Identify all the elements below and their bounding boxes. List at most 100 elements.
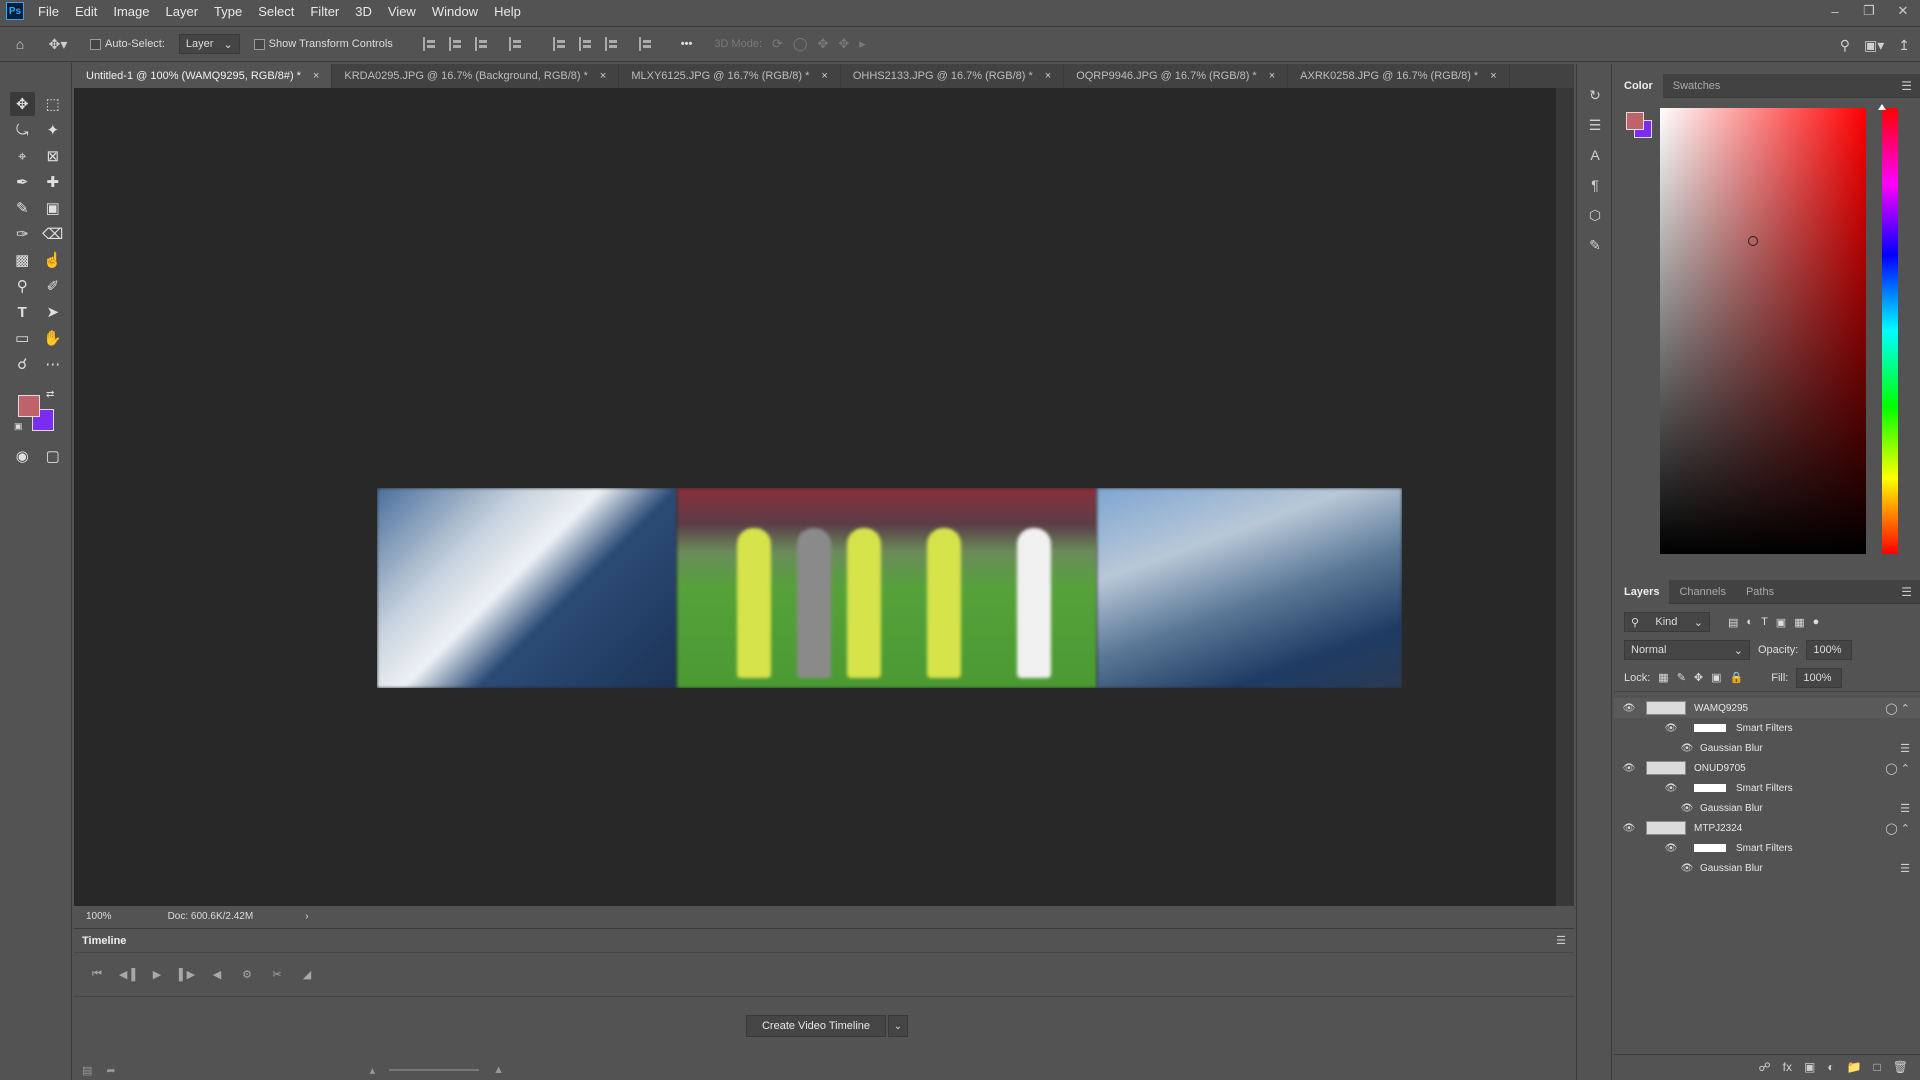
foreground-color-swatch[interactable] — [18, 395, 40, 417]
smart-filters-row[interactable]: 👁 Smart Filters — [1614, 838, 1920, 858]
eye-icon[interactable]: 👁 — [1680, 803, 1694, 814]
smart-object-icon[interactable]: ◯ ⌃ — [1885, 822, 1910, 835]
zoom-level[interactable]: 100% — [86, 911, 112, 922]
smart-filters-row[interactable]: 👁 Smart Filters — [1614, 718, 1920, 738]
brush-settings-icon[interactable]: ✎ — [1577, 230, 1613, 260]
magic-wand-icon[interactable]: ✦ — [41, 118, 66, 142]
eyedropper-icon[interactable]: ✒ — [10, 170, 35, 194]
transition-icon[interactable]: ◢ — [292, 968, 322, 981]
align-middle-icon[interactable] — [578, 37, 593, 51]
next-frame-icon[interactable]: ▌▶ — [172, 968, 202, 981]
path-selection-icon[interactable]: ➤ — [41, 300, 66, 324]
document-tab[interactable]: AXRK0258.JPG @ 16.7% (RGB/8) * × — [1288, 64, 1510, 88]
filter-row[interactable]: 👁 Gaussian Blur ☰ — [1614, 738, 1920, 758]
split-icon[interactable]: ✂ — [262, 968, 292, 981]
eye-icon[interactable]: 👁 — [1680, 743, 1694, 754]
crop-tool-icon[interactable]: ⌖ — [10, 144, 35, 168]
filter-toggle-icon[interactable]: ● — [1813, 616, 1820, 628]
panel-menu-icon[interactable]: ☰ — [1901, 79, 1912, 93]
document-tab[interactable]: KRDA0295.JPG @ 16.7% (Background, RGB/8)… — [332, 64, 620, 88]
opacity-input[interactable]: 100% — [1806, 640, 1853, 660]
3d-icon[interactable]: ⬡ — [1577, 200, 1613, 230]
eye-icon[interactable]: 👁 — [1664, 723, 1678, 734]
tab-swatches[interactable]: Swatches — [1663, 74, 1731, 98]
document-tab[interactable]: OQRP9946.JPG @ 16.7% (RGB/8) * × — [1064, 64, 1289, 88]
eye-icon[interactable]: 👁 — [1680, 863, 1694, 874]
document-tab[interactable]: OHHS2133.JPG @ 16.7% (RGB/8) * × — [840, 64, 1065, 88]
convert-icon[interactable]: ➦ — [106, 1064, 115, 1077]
blend-mode-select[interactable]: Normal ⌄ — [1624, 640, 1750, 660]
menu-edit[interactable]: Edit — [75, 4, 107, 19]
pen-tool-icon[interactable]: ✐ — [41, 274, 66, 298]
layer-row[interactable]: 👁 MTPJ2324 ◯ ⌃ — [1614, 818, 1920, 838]
auto-select-checkbox[interactable]: Auto-Select: — [90, 38, 165, 50]
settings-icon[interactable]: ⚙ — [232, 968, 262, 981]
mask-icon[interactable]: ▣ — [1804, 1060, 1815, 1074]
smudge-tool-icon[interactable]: ☝ — [41, 248, 66, 272]
adjustment-filter-icon[interactable]: ◐ — [1746, 616, 1753, 628]
align-right-icon[interactable] — [474, 37, 489, 51]
layer-select[interactable]: Layer ⌄ — [178, 34, 240, 54]
layer-row[interactable]: 👁 ONUD9705 ◯ ⌃ — [1614, 758, 1920, 778]
history-brush-icon[interactable]: ✑ — [10, 222, 35, 246]
adjustments-icon[interactable]: ☰ — [1577, 110, 1613, 140]
frame-tool-icon[interactable]: ⊠ — [41, 144, 66, 168]
layer-name[interactable]: WAMQ9295 — [1694, 703, 1748, 714]
create-video-timeline-button[interactable]: Create Video Timeline — [746, 1015, 886, 1037]
document-tab[interactable]: MLXY6125.JPG @ 16.7% (RGB/8) * × — [619, 64, 841, 88]
canvas-area[interactable] — [74, 88, 1556, 906]
swap-colors-icon[interactable]: ⇄ — [46, 389, 54, 400]
workspace-icon[interactable]: ▣▾ — [1864, 37, 1884, 54]
panel-menu-icon[interactable]: ☰ — [1901, 585, 1912, 599]
marquee-tool-icon[interactable]: ⬚ — [41, 92, 66, 116]
zoom-tool-icon[interactable]: ☌ — [10, 352, 35, 376]
foreground-color-swatch[interactable] — [1626, 112, 1644, 130]
frame-icon[interactable]: ▤ — [82, 1064, 92, 1077]
lock-position-icon[interactable]: ✥ — [1694, 671, 1703, 684]
align-top-icon[interactable] — [552, 37, 567, 51]
close-icon[interactable]: × — [1269, 70, 1275, 82]
eye-icon[interactable]: 👁 — [1622, 763, 1636, 774]
smart-object-icon[interactable]: ◯ ⌃ — [1885, 702, 1910, 715]
menu-help[interactable]: Help — [494, 4, 531, 19]
default-colors-icon[interactable]: ▣ — [14, 421, 23, 432]
quick-mask-icon[interactable]: ◉ — [10, 444, 35, 468]
menu-image[interactable]: Image — [113, 4, 159, 19]
close-icon[interactable]: ✕ — [1886, 0, 1920, 22]
layer-name[interactable]: MTPJ2324 — [1694, 823, 1742, 834]
eraser-icon[interactable]: ⌫ — [41, 222, 66, 246]
type-tool-icon[interactable]: T — [10, 300, 35, 324]
hue-slider[interactable] — [1882, 108, 1898, 554]
filter-options-icon[interactable]: ☰ — [1900, 862, 1910, 875]
color-field[interactable] — [1660, 108, 1866, 554]
tab-layers[interactable]: Layers — [1614, 579, 1670, 604]
smart-object-icon[interactable]: ◯ ⌃ — [1885, 762, 1910, 775]
tab-color[interactable]: Color — [1614, 73, 1663, 98]
new-layer-icon[interactable]: □ — [1874, 1060, 1881, 1074]
show-transform-checkbox[interactable]: Show Transform Controls — [253, 38, 393, 50]
fill-input[interactable]: 100% — [1796, 667, 1843, 688]
zoom-in-icon[interactable]: ▲ — [493, 1064, 504, 1076]
hue-marker-icon[interactable] — [1878, 104, 1886, 110]
stamp-tool-icon[interactable]: ▣ — [41, 196, 66, 220]
chevron-down-icon[interactable]: ⌄ — [888, 1015, 908, 1037]
filter-options-icon[interactable]: ☰ — [1900, 742, 1910, 755]
align-left-icon[interactable] — [422, 37, 437, 51]
close-icon[interactable]: × — [1490, 70, 1496, 82]
close-icon[interactable]: × — [600, 70, 606, 82]
close-icon[interactable]: × — [1045, 70, 1051, 82]
adjustment-layer-icon[interactable]: ◐ — [1827, 1060, 1834, 1074]
dodge-tool-icon[interactable]: ⚲ — [10, 274, 35, 298]
history-icon[interactable]: ↻ — [1577, 80, 1613, 110]
eye-icon[interactable]: 👁 — [1664, 783, 1678, 794]
pixel-filter-icon[interactable]: ▤ — [1728, 616, 1738, 629]
audio-icon[interactable]: ◀ — [202, 968, 232, 981]
first-frame-icon[interactable]: ⏮ — [82, 968, 112, 981]
eye-icon[interactable]: 👁 — [1622, 703, 1636, 714]
more-options-icon[interactable]: ••• — [681, 38, 693, 50]
document-tab[interactable]: Untitled-1 @ 100% (WAMQ9295, RGB/8#) * × — [74, 64, 333, 88]
menu-filter[interactable]: Filter — [310, 4, 349, 19]
tab-paths[interactable]: Paths — [1736, 580, 1784, 604]
color-picker-handle[interactable] — [1748, 236, 1758, 246]
layer-name[interactable]: ONUD9705 — [1694, 763, 1746, 774]
